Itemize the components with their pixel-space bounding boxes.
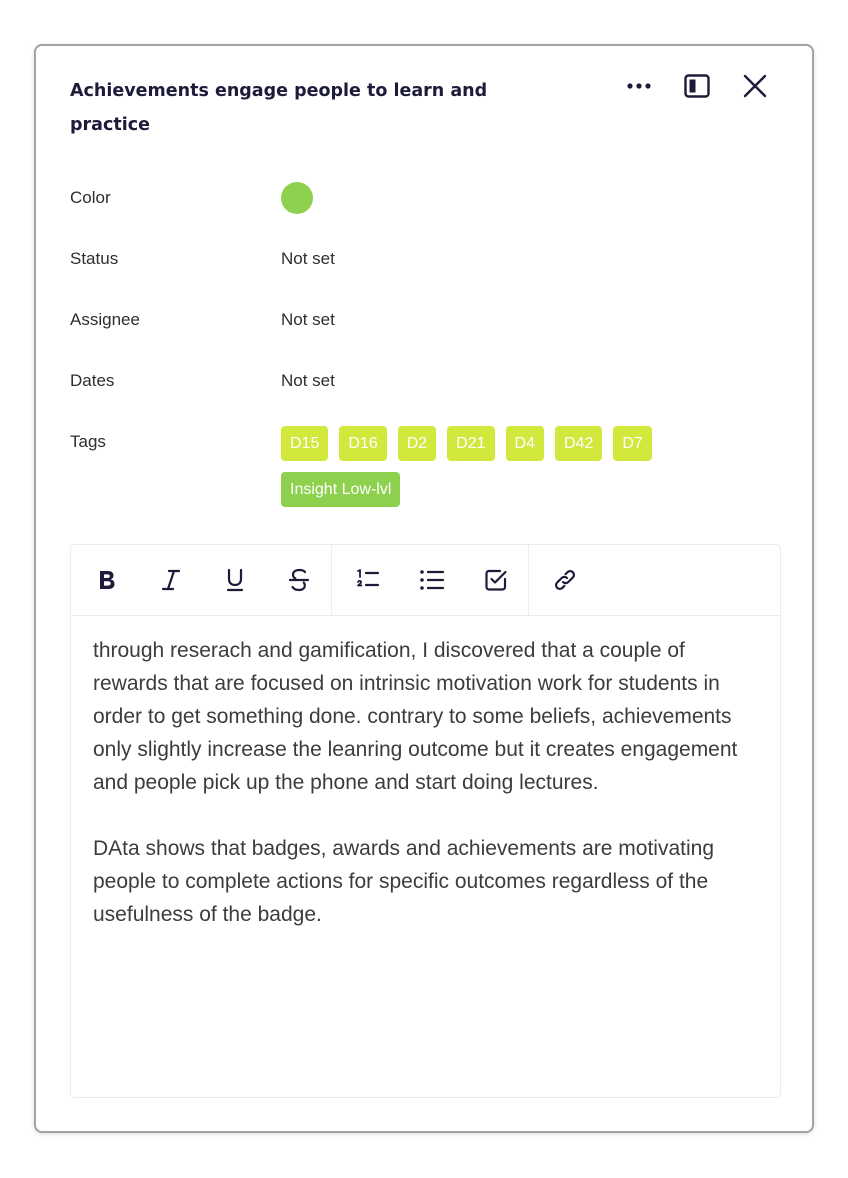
bold-icon: [100, 571, 115, 589]
property-label: Status: [70, 249, 119, 268]
editor-content[interactable]: through reserach and gamification, I dis…: [71, 616, 780, 931]
italic-button[interactable]: [139, 556, 203, 604]
tag-chip[interactable]: D4: [505, 426, 544, 461]
bullet-list-icon: [420, 570, 445, 590]
strikethrough-icon: [288, 568, 310, 592]
status-value[interactable]: Not set: [281, 241, 335, 271]
tag-chip[interactable]: Insight Low-lvl: [281, 472, 401, 507]
description-editor[interactable]: through reserach and gamification, I dis…: [70, 544, 781, 1098]
more-horizontal-icon: [627, 83, 651, 89]
more-options-button[interactable]: [610, 70, 668, 102]
close-icon: [743, 74, 767, 98]
property-label: Assignee: [70, 310, 140, 329]
bold-button[interactable]: [75, 556, 139, 604]
property-label: Color: [70, 188, 111, 207]
link-button[interactable]: [533, 556, 597, 604]
checklist-button[interactable]: [464, 556, 528, 604]
property-label: Tags: [70, 432, 106, 451]
tag-list: D15 D16 D2 D21 D4 D42 D7 Insight Low-lvl: [281, 426, 721, 507]
toolbar-group-formatting: [71, 545, 332, 615]
link-icon: [554, 569, 576, 591]
header-actions: [610, 70, 784, 102]
checklist-icon: [485, 569, 507, 591]
side-panel-icon: [684, 74, 710, 98]
property-tags: Tags D15 D16 D2 D21 D4 D42 D7 Insight Lo…: [70, 424, 790, 507]
strikethrough-button[interactable]: [267, 556, 331, 604]
bullet-list-button[interactable]: [400, 556, 464, 604]
tag-chip[interactable]: D16: [339, 426, 387, 461]
editor-paragraph: through reserach and gamification, I dis…: [93, 639, 738, 794]
editor-toolbar: [71, 545, 780, 616]
underline-icon: [226, 568, 244, 592]
tag-chip[interactable]: D42: [554, 426, 603, 461]
color-swatch[interactable]: [281, 182, 313, 214]
tag-chip[interactable]: D21: [447, 426, 495, 461]
toolbar-group-lists: [332, 545, 529, 615]
card-title[interactable]: Achievements engage people to learn and …: [70, 74, 540, 142]
property-status: Status Not set: [70, 241, 790, 302]
open-side-panel-button[interactable]: [668, 70, 726, 102]
numbered-list-icon: [357, 569, 380, 587]
close-button[interactable]: [726, 70, 784, 102]
toolbar-group-insert: [529, 545, 597, 615]
properties-list: Color Status Not set Assignee Not set Da…: [70, 180, 790, 507]
tag-chip[interactable]: D2: [397, 426, 437, 461]
property-color: Color: [70, 180, 790, 241]
underline-button[interactable]: [203, 556, 267, 604]
tag-chip[interactable]: D7: [613, 426, 652, 461]
dates-value[interactable]: Not set: [281, 363, 335, 393]
editor-paragraph: DAta shows that badges, awards and achie…: [93, 837, 715, 926]
property-assignee: Assignee Not set: [70, 302, 790, 363]
tag-chip[interactable]: D15: [281, 426, 329, 461]
property-label: Dates: [70, 371, 115, 390]
property-dates: Dates Not set: [70, 363, 790, 424]
card-detail-panel: Achievements engage people to learn and …: [34, 44, 814, 1133]
assignee-value[interactable]: Not set: [281, 302, 335, 332]
numbered-list-button[interactable]: [336, 556, 400, 604]
italic-icon: [161, 569, 181, 591]
